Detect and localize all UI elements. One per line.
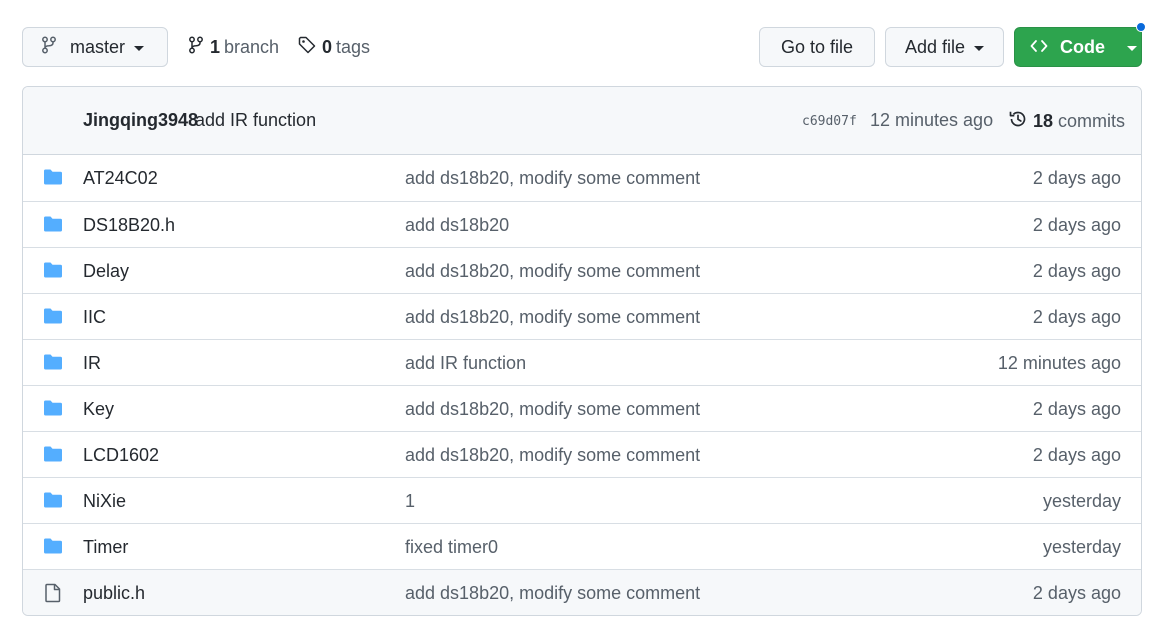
commit-author-link[interactable]: Jingqing3948 bbox=[83, 110, 198, 131]
folder-icon bbox=[43, 399, 63, 422]
file-browser: Jingqing3948 add IR function c69d07f 12 … bbox=[22, 86, 1142, 616]
file-row[interactable]: public.h add ds18b20, modify some comment… bbox=[23, 569, 1141, 615]
branches-link[interactable]: 1 branch bbox=[188, 27, 279, 67]
file-commit-message-link[interactable]: fixed timer0 bbox=[405, 537, 498, 558]
file-commit-age: 2 days ago bbox=[1032, 215, 1121, 235]
file-commit-message-link[interactable]: add ds18b20, modify some comment bbox=[405, 307, 700, 328]
file-name-link[interactable]: Timer bbox=[83, 537, 128, 558]
commits-history-link[interactable]: 18 commits bbox=[1008, 109, 1125, 134]
commit-count: 18 bbox=[1033, 111, 1054, 131]
file-name-link[interactable]: LCD1602 bbox=[83, 445, 159, 466]
history-icon bbox=[1008, 109, 1028, 134]
file-name-link[interactable]: Delay bbox=[83, 261, 129, 282]
file-name-link[interactable]: Key bbox=[83, 399, 114, 420]
code-icon bbox=[1030, 37, 1048, 58]
file-commit-age: 2 days ago bbox=[1032, 445, 1121, 465]
branch-name: master bbox=[70, 36, 126, 57]
file-name-link[interactable]: DS18B20.h bbox=[83, 215, 175, 236]
file-row[interactable]: Delay add ds18b20, modify some comment 2 d… bbox=[23, 247, 1141, 293]
file-commit-message-link[interactable]: add IR function bbox=[405, 353, 526, 374]
notification-dot bbox=[1136, 22, 1146, 32]
file-name-link[interactable]: IIC bbox=[83, 307, 106, 328]
file-commit-message-link[interactable]: add ds18b20, modify some comment bbox=[405, 445, 700, 466]
commits-label: commits bbox=[1058, 111, 1126, 131]
file-commit-age: 2 days ago bbox=[1032, 168, 1121, 188]
file-name-link[interactable]: IR bbox=[83, 353, 101, 374]
commit-message-link[interactable]: add IR function bbox=[195, 110, 316, 131]
file-commit-age: 2 days ago bbox=[1032, 307, 1121, 327]
tags-link[interactable]: 0 tags bbox=[298, 27, 370, 67]
folder-icon bbox=[43, 353, 63, 376]
chevron-down-icon bbox=[974, 45, 985, 51]
file-row[interactable]: Timer fixed timer0 yesterday bbox=[23, 523, 1141, 569]
file-commit-message-link[interactable]: add ds18b20, modify some comment bbox=[405, 399, 700, 420]
add-file-label: Add file bbox=[904, 36, 966, 57]
commit-sha-link[interactable]: c69d07f bbox=[802, 114, 857, 129]
tag-icon bbox=[298, 36, 316, 59]
file-name-link[interactable]: AT24C02 bbox=[83, 168, 158, 189]
file-row[interactable]: IR add IR function 12 minutes ago bbox=[23, 339, 1141, 385]
file-commit-message-link[interactable]: 1 bbox=[405, 491, 415, 512]
file-row[interactable]: NiXie 1 yesterday bbox=[23, 477, 1141, 523]
file-row[interactable]: LCD1602 add ds18b20, modify some comment 2… bbox=[23, 431, 1141, 477]
file-row[interactable]: Key add ds18b20, modify some comment 2 day… bbox=[23, 385, 1141, 431]
file-commit-age: 2 days ago bbox=[1032, 583, 1121, 603]
repo-toolbar: master 1 branch 0 tags Go to file Add fi… bbox=[22, 22, 1146, 67]
git-branch-icon bbox=[188, 36, 204, 59]
git-branch-icon bbox=[41, 36, 57, 59]
file-name-link[interactable]: NiXie bbox=[83, 491, 126, 512]
file-list: AT24C02 add ds18b20, modify some comment 2… bbox=[23, 155, 1141, 615]
code-label: Code bbox=[1060, 36, 1105, 57]
branch-selector-button[interactable]: master bbox=[22, 27, 168, 67]
file-commit-message-link[interactable]: add ds18b20 bbox=[405, 215, 509, 236]
folder-icon bbox=[43, 491, 63, 514]
file-commit-message-link[interactable]: add ds18b20, modify some comment bbox=[405, 261, 700, 282]
branch-count: 1 bbox=[210, 36, 221, 57]
go-to-file-button[interactable]: Go to file bbox=[759, 27, 875, 67]
file-commit-age: 2 days ago bbox=[1032, 261, 1121, 281]
file-commit-age: 12 minutes ago bbox=[997, 353, 1121, 373]
folder-icon bbox=[43, 168, 63, 191]
add-file-button[interactable]: Add file bbox=[885, 27, 1004, 67]
file-commit-age: 2 days ago bbox=[1032, 399, 1121, 419]
file-name-link[interactable]: public.h bbox=[83, 583, 145, 604]
chevron-down-icon bbox=[1127, 45, 1137, 51]
folder-icon bbox=[43, 307, 63, 330]
chevron-down-icon bbox=[134, 45, 145, 51]
folder-icon bbox=[43, 215, 63, 238]
file-commit-message-link[interactable]: add ds18b20, modify some comment bbox=[405, 583, 700, 604]
branches-label: branch bbox=[224, 36, 280, 57]
latest-commit-bar: Jingqing3948 add IR function c69d07f 12 … bbox=[23, 87, 1141, 155]
tags-label: tags bbox=[336, 36, 371, 57]
tag-count: 0 bbox=[322, 36, 333, 57]
file-commit-age: yesterday bbox=[1042, 491, 1121, 511]
folder-icon bbox=[43, 261, 63, 284]
file-commit-age: yesterday bbox=[1042, 537, 1121, 557]
file-icon bbox=[43, 583, 63, 608]
commit-time: 12 minutes ago bbox=[870, 110, 994, 130]
code-button[interactable]: Code bbox=[1014, 27, 1142, 67]
file-row[interactable]: AT24C02 add ds18b20, modify some comment 2… bbox=[23, 155, 1141, 201]
folder-icon bbox=[43, 537, 63, 560]
file-row[interactable]: IIC add ds18b20, modify some comment 2 day… bbox=[23, 293, 1141, 339]
folder-icon bbox=[43, 445, 63, 468]
file-row[interactable]: DS18B20.h add ds18b20 2 days ago bbox=[23, 201, 1141, 247]
file-commit-message-link[interactable]: add ds18b20, modify some comment bbox=[405, 168, 700, 189]
